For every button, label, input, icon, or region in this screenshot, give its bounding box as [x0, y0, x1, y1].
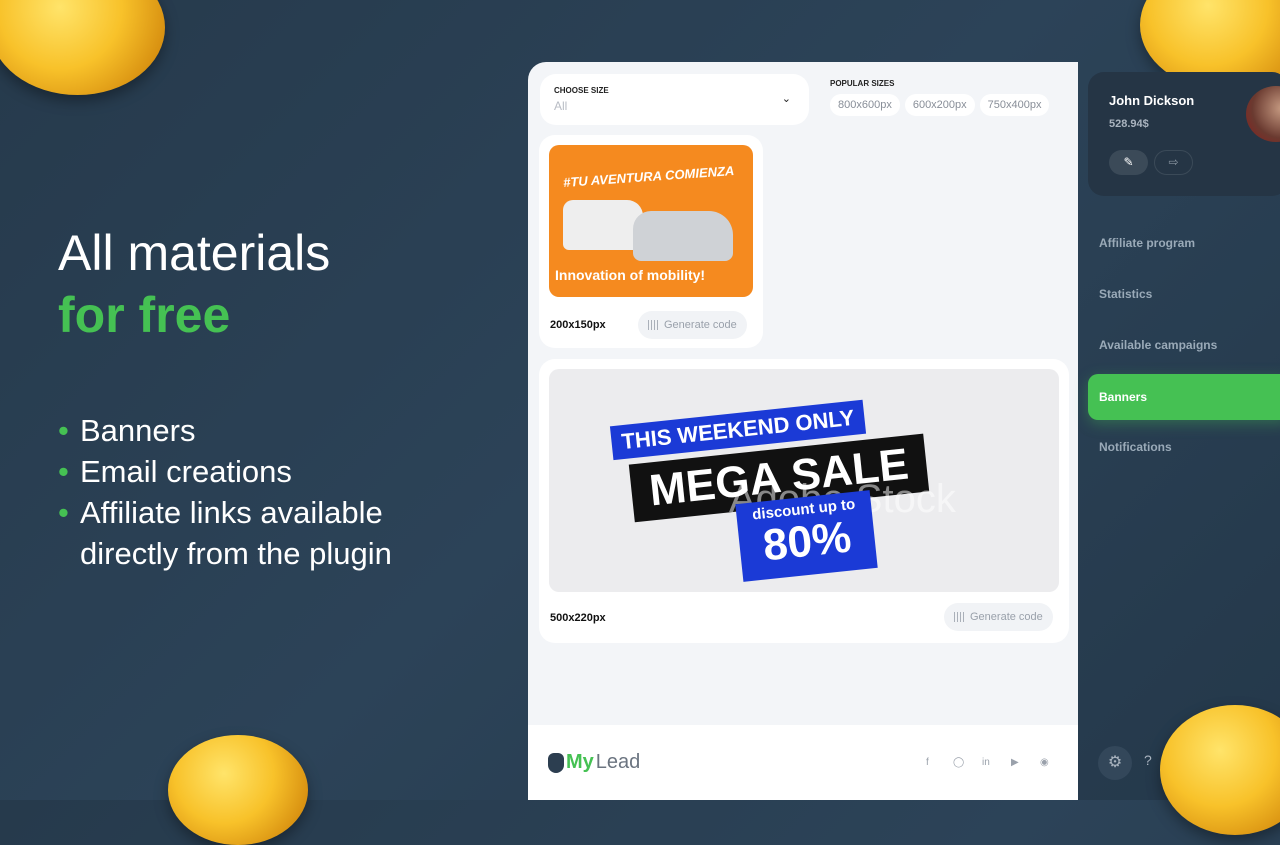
banner-image[interactable]: THIS WEEKEND ONLY MEGA SALE Adobe Stock … — [549, 369, 1059, 592]
discount-box: discount up to 80% — [735, 490, 878, 582]
mylead-logo[interactable]: My Lead — [548, 751, 640, 774]
bullet-item: directly from the plugin — [80, 536, 392, 571]
generate-code-button[interactable]: Generate code — [638, 311, 747, 339]
banner-image[interactable]: #TU AVENTURA COMIENZA Innovation of mobi… — [549, 145, 753, 297]
edit-profile-button[interactable]: ✎ — [1109, 150, 1148, 175]
settings-button[interactable]: ⚙ — [1098, 746, 1132, 780]
help-button[interactable]: ? — [1144, 752, 1152, 768]
coin-decoration — [168, 735, 308, 845]
sidebar: John Dickson 528.94$ ✎ ⇨ Affiliate progr… — [1078, 62, 1280, 800]
pencil-icon: ✎ — [1123, 155, 1134, 169]
nav-item-statistics[interactable]: Statistics — [1088, 271, 1280, 317]
nav-item-affiliate-program[interactable]: Affiliate program — [1088, 220, 1280, 266]
instagram-icon[interactable]: ◯ — [953, 757, 964, 768]
nav-item-available-campaigns[interactable]: Available campaigns — [1088, 322, 1280, 368]
bullet-item: Banners — [58, 410, 392, 451]
logout-icon: ⇨ — [1168, 155, 1179, 169]
logout-button[interactable]: ⇨ — [1154, 150, 1193, 175]
linkedin-icon[interactable]: in — [982, 757, 990, 768]
help-icon: ? — [1144, 752, 1152, 768]
size-chip[interactable]: 600x200px — [904, 94, 975, 116]
nav-item-notifications[interactable]: Notifications — [1088, 424, 1280, 470]
banner-card: #TU AVENTURA COMIENZA Innovation of mobi… — [539, 135, 763, 348]
banner-size: 500x220px — [550, 612, 606, 624]
choose-size-select[interactable]: CHOOSE SIZE All ⌄ — [540, 74, 809, 125]
car-image — [633, 211, 733, 261]
size-chip[interactable]: 800x600px — [830, 94, 900, 116]
generate-code-button[interactable]: Generate code — [944, 603, 1053, 631]
footer: My Lead f ◯ in ▶ ◉ — [528, 725, 1078, 800]
avatar[interactable] — [1246, 86, 1280, 142]
money-bag-icon — [548, 752, 564, 773]
discord-icon[interactable]: ◉ — [1040, 757, 1049, 768]
gear-icon: ⚙ — [1107, 754, 1123, 771]
bullet-item: Affiliate links available — [58, 492, 392, 533]
nav-item-banners[interactable]: Banners — [1088, 374, 1280, 420]
banner-card: THIS WEEKEND ONLY MEGA SALE Adobe Stock … — [539, 359, 1069, 643]
car-image — [563, 200, 643, 250]
youtube-icon[interactable]: ▶ — [1011, 757, 1019, 768]
profile-card: John Dickson 528.94$ ✎ ⇨ — [1088, 72, 1280, 196]
barcode-icon — [954, 612, 964, 622]
popular-sizes: POPULAR SIZES 800x600px 600x200px 750x40… — [830, 79, 1050, 116]
plugin-main-panel: CHOOSE SIZE All ⌄ POPULAR SIZES 800x600p… — [528, 62, 1078, 800]
chevron-down-icon: ⌄ — [781, 93, 791, 105]
bullet-item: Email creations — [58, 451, 392, 492]
promo-bullets: Banners Email creations Affiliate links … — [58, 410, 392, 574]
size-chip[interactable]: 750x400px — [979, 94, 1050, 116]
facebook-icon[interactable]: f — [926, 757, 929, 768]
coin-decoration — [0, 0, 165, 95]
promo-headline: All materials for free — [58, 225, 331, 343]
banner-size: 200x150px — [550, 319, 606, 331]
barcode-icon — [648, 320, 658, 330]
